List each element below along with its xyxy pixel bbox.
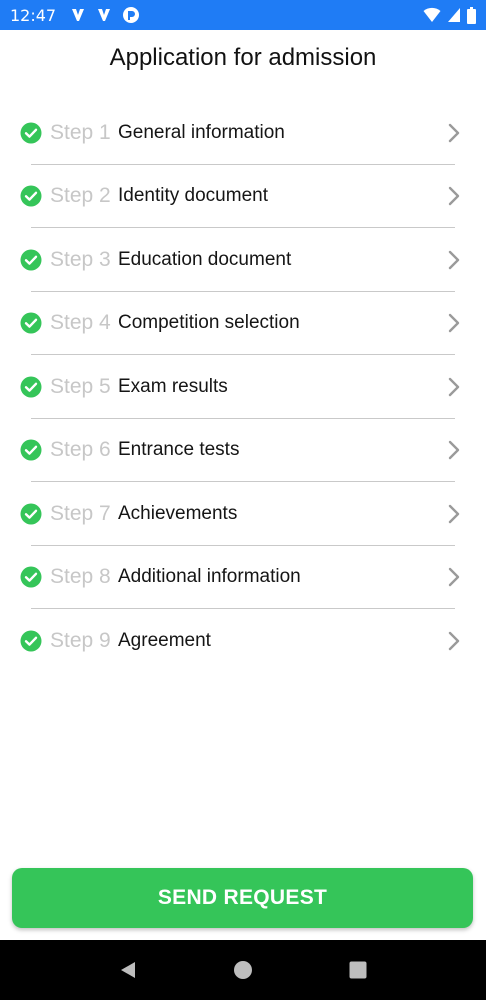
step-label: Exam results — [118, 375, 228, 397]
step-label: Additional information — [118, 566, 301, 588]
app-notification-icon — [96, 7, 112, 23]
status-left-icons — [70, 6, 140, 24]
app-badge-icon — [122, 6, 140, 24]
steps-list: Step 1 General information Step 2 Identi… — [0, 101, 486, 673]
step-row-7[interactable]: Step 7 Achievements — [0, 482, 486, 546]
check-circle-icon — [20, 439, 42, 461]
step-row-6[interactable]: Step 6 Entrance tests — [0, 419, 486, 483]
step-number: Step 1 — [50, 120, 111, 144]
navigation-bar — [0, 940, 486, 1000]
recents-icon[interactable] — [338, 950, 378, 990]
step-label: Competition selection — [118, 312, 300, 334]
step-number: Step 9 — [50, 628, 111, 652]
step-number: Step 3 — [50, 247, 111, 271]
check-circle-icon — [20, 185, 42, 207]
step-number: Step 6 — [50, 438, 111, 462]
status-right-icons — [423, 6, 476, 24]
step-row-3[interactable]: Step 3 Education document — [0, 228, 486, 292]
back-icon[interactable] — [108, 950, 148, 990]
step-row-8[interactable]: Step 8 Additional information — [0, 546, 486, 610]
chevron-right-icon — [446, 312, 462, 334]
step-label: General information — [118, 121, 285, 143]
step-label: Achievements — [118, 502, 238, 524]
check-circle-icon — [20, 249, 42, 271]
home-icon[interactable] — [223, 950, 263, 990]
check-circle-icon — [20, 566, 42, 588]
status-time: 12:47 — [10, 5, 57, 25]
step-label: Entrance tests — [118, 439, 240, 461]
chevron-right-icon — [446, 122, 462, 144]
page-title: Application for admission — [109, 44, 377, 71]
step-row-5[interactable]: Step 5 Exam results — [0, 355, 486, 419]
chevron-right-icon — [446, 249, 462, 271]
wifi-icon — [423, 7, 441, 23]
check-circle-icon — [20, 376, 42, 398]
chevron-right-icon — [446, 185, 462, 207]
check-circle-icon — [20, 503, 42, 525]
signal-icon — [447, 7, 461, 23]
step-label: Agreement — [118, 629, 211, 651]
check-circle-icon — [20, 312, 42, 334]
status-bar: 12:47 — [0, 0, 486, 30]
step-number: Step 7 — [50, 501, 111, 525]
step-number: Step 2 — [50, 184, 111, 208]
chevron-right-icon — [446, 503, 462, 525]
chevron-right-icon — [446, 566, 462, 588]
battery-icon — [467, 6, 476, 24]
send-request-button[interactable]: SEND REQUEST — [12, 868, 473, 928]
step-number: Step 4 — [50, 311, 111, 335]
step-row-2[interactable]: Step 2 Identity document — [0, 165, 486, 229]
step-row-4[interactable]: Step 4 Competition selection — [0, 292, 486, 356]
chevron-right-icon — [446, 630, 462, 652]
check-circle-icon — [20, 630, 42, 652]
app-notification-icon — [70, 7, 86, 23]
step-number: Step 5 — [50, 374, 111, 398]
step-label: Education document — [118, 248, 292, 270]
step-row-9[interactable]: Step 9 Agreement — [0, 609, 486, 673]
step-row-1[interactable]: Step 1 General information — [0, 101, 486, 165]
chevron-right-icon — [446, 439, 462, 461]
step-number: Step 8 — [50, 565, 111, 589]
step-label: Identity document — [118, 185, 268, 207]
check-circle-icon — [20, 122, 42, 144]
chevron-right-icon — [446, 376, 462, 398]
